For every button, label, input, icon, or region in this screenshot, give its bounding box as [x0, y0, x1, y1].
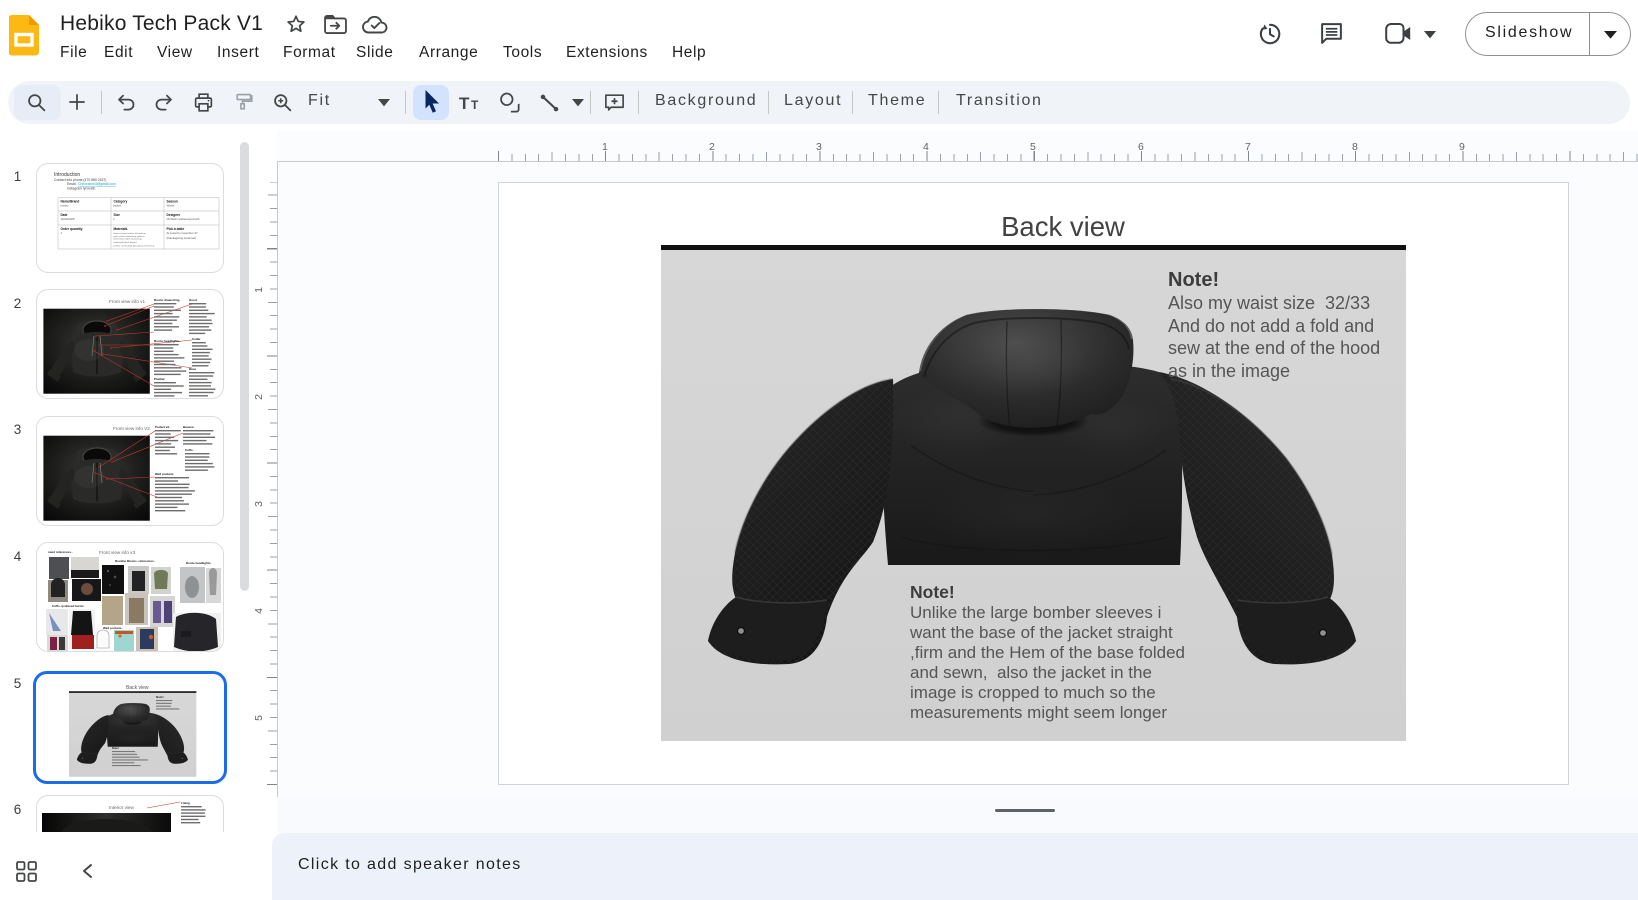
- svg-text:Pluckal: Pluckal: [154, 377, 165, 381]
- svg-text:Rosho headlights..: Rosho headlights..: [154, 339, 181, 343]
- svg-text:Well pockets..: Well pockets..: [103, 626, 123, 630]
- svg-text:At Least by november 27: At Least by november 27: [167, 231, 199, 235]
- svg-text:Front view info v1: Front view info v1: [109, 299, 145, 304]
- svg-text:Base: Base: [189, 367, 197, 371]
- svg-text:T: T: [459, 95, 470, 112]
- svg-text:metals(all) black flannel.: metals(all) black flannel.: [114, 241, 138, 244]
- svg-text:Back view: Back view: [126, 685, 149, 691]
- svg-text:Routine Bloxes. references..: Routine Bloxes. references..: [115, 559, 156, 563]
- svg-text:10/20/2025: 10/20/2025: [61, 217, 75, 221]
- svg-text:naxd references..: naxd references..: [48, 550, 73, 554]
- svg-text:Cuffs.: Cuffs.: [185, 448, 194, 452]
- svg-text:L: L: [114, 217, 116, 221]
- svg-text:Winter: Winter: [167, 204, 175, 208]
- svg-text:1: 1: [61, 231, 63, 235]
- svg-text:Rosho drawstring: Rosho drawstring: [154, 298, 180, 302]
- svg-text:Instagram lynxxxth.: Instagram lynxxxth.: [67, 187, 96, 191]
- svg-text:leather sateen,high gloss blac: leather sateen,high gloss black matt fin…: [114, 244, 156, 247]
- svg-text:Christian andrewxLpxmxih.: Christian andrewxLpxmxih.: [167, 217, 201, 221]
- svg-text:nxtsko: nxtsko: [61, 204, 70, 208]
- svg-text:Broite headlights.: Broite headlights.: [186, 561, 212, 565]
- svg-text:(thanksgiving preferred): (thanksgiving preferred): [167, 236, 197, 240]
- svg-text:Email:: Email:: [67, 182, 76, 186]
- svg-text:Hood: Hood: [189, 298, 197, 302]
- svg-text:Front view info v3: Front view info v3: [99, 550, 135, 555]
- svg-text:Order quantity: Order quantity: [61, 227, 83, 231]
- svg-text:grain sheen embossing pattern: grain sheen embossing patterns: [114, 235, 146, 238]
- svg-text:jacket: jacket: [113, 204, 122, 208]
- svg-text:Note!: Note!: [112, 746, 119, 750]
- svg-text:Materials.: Materials.: [114, 227, 129, 231]
- svg-text:Basexx.: Basexx.: [183, 425, 195, 429]
- svg-text:T: T: [471, 98, 479, 112]
- svg-text:I lxbig: I lxbig: [181, 801, 190, 805]
- svg-text:Front view info V2: Front view info V2: [113, 426, 150, 431]
- svg-text:Interior view: Interior view: [109, 805, 134, 810]
- svg-text:Collar: Collar: [192, 337, 201, 341]
- svg-text:Chrixxxbnb3@gmail.com: Chrixxxbnb3@gmail.com: [78, 182, 116, 186]
- svg-text:black croatian leather full an: black croatian leather full and top: [114, 232, 147, 235]
- svg-text:Cuffs../jodixxed barrel: Cuffs../jodixxed barrel: [52, 604, 84, 608]
- svg-text:Pocket v2..: Pocket v2..: [155, 425, 171, 429]
- svg-text:Note!: Note!: [156, 695, 164, 699]
- svg-text:forms black nylon drawstrings: forms black nylon drawstrings: [114, 238, 144, 241]
- svg-text:Well pockets.: Well pockets.: [155, 472, 174, 476]
